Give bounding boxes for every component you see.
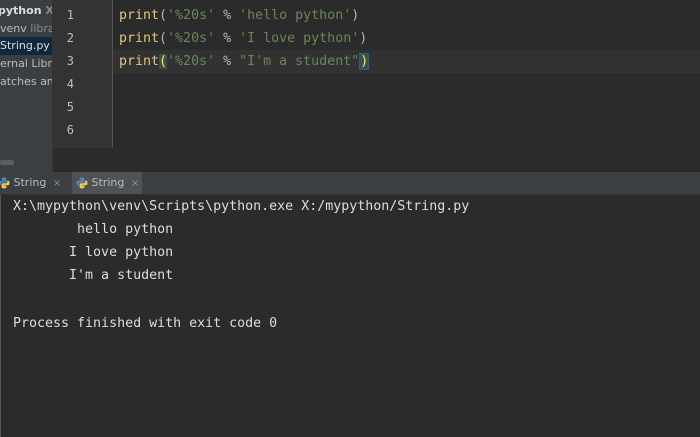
project-root-path: X: xyxy=(45,4,52,17)
matched-open-paren: ( xyxy=(159,54,168,69)
console-output-line: hello python xyxy=(13,222,174,237)
project-root-label: python xyxy=(0,4,42,17)
run-tab-active[interactable]: String × xyxy=(72,172,142,194)
run-tab-bar: String × String × xyxy=(0,172,700,195)
code-operator: % xyxy=(215,8,240,23)
line-number: 5 xyxy=(66,100,74,114)
code-paren: ( xyxy=(159,8,168,23)
project-panel: python X: venv librar String.py ernal Li… xyxy=(0,0,52,172)
console-command-line: X:\mypython\venv\Scripts\python.exe X:/m… xyxy=(13,199,470,214)
code-line[interactable]: print('%20s' % "I'm a student") xyxy=(119,50,370,73)
console-output-line: I'm a student xyxy=(13,268,174,283)
line-number: 2 xyxy=(66,31,74,45)
code-operator: % xyxy=(215,31,240,46)
python-icon xyxy=(76,177,88,189)
scratches-label: atches and xyxy=(0,75,52,88)
venv-label: venv xyxy=(0,22,27,35)
project-horizontal-scrollbar[interactable] xyxy=(0,160,14,165)
code-string-arg: 'I love python' xyxy=(239,31,360,46)
python-icon xyxy=(0,177,10,189)
code-line[interactable]: print('%20s' % 'hello python') xyxy=(119,4,359,27)
line-number: 1 xyxy=(66,8,74,22)
project-item-scratches[interactable]: atches and xyxy=(0,73,52,91)
line-number: 3 xyxy=(66,54,74,68)
editor-empty-area xyxy=(54,148,700,172)
code-format-string: '%20s' xyxy=(167,54,216,69)
console-output-line: I love python xyxy=(13,245,174,260)
code-line[interactable]: print('%20s' % 'I love python') xyxy=(119,27,367,50)
run-tab-label: String xyxy=(91,176,125,189)
code-paren: ) xyxy=(351,8,360,23)
code-string-arg: "I'm a student" xyxy=(239,54,360,69)
code-function: print xyxy=(119,31,160,46)
code-operator: % xyxy=(215,54,240,69)
project-item-string-py[interactable]: String.py xyxy=(0,37,52,55)
run-tab-label: String xyxy=(13,176,47,189)
line-number: 4 xyxy=(66,77,74,91)
code-string-arg: 'hello python' xyxy=(239,8,352,23)
code-format-string: '%20s' xyxy=(167,31,216,46)
project-item-venv[interactable]: venv librar xyxy=(0,20,52,38)
code-paren: ( xyxy=(159,31,168,46)
venv-suffix: librar xyxy=(30,22,52,35)
matched-close-paren: ) xyxy=(359,53,370,70)
line-number: 6 xyxy=(66,123,74,137)
code-format-string: '%20s' xyxy=(167,8,216,23)
close-icon[interactable]: × xyxy=(131,178,139,189)
console-exit-message: Process finished with exit code 0 xyxy=(13,316,278,331)
external-libraries-label: ernal Librar xyxy=(0,57,52,70)
close-icon[interactable]: × xyxy=(53,178,61,189)
code-paren: ) xyxy=(359,31,368,46)
console-left-border xyxy=(0,195,1,437)
code-function: print xyxy=(119,8,160,23)
project-item-external-libraries[interactable]: ernal Librar xyxy=(0,55,52,73)
code-function: print xyxy=(119,54,160,69)
project-root-item[interactable]: python X: xyxy=(0,2,52,20)
run-tab[interactable]: String × xyxy=(0,172,61,194)
file-label: String.py xyxy=(0,39,50,52)
